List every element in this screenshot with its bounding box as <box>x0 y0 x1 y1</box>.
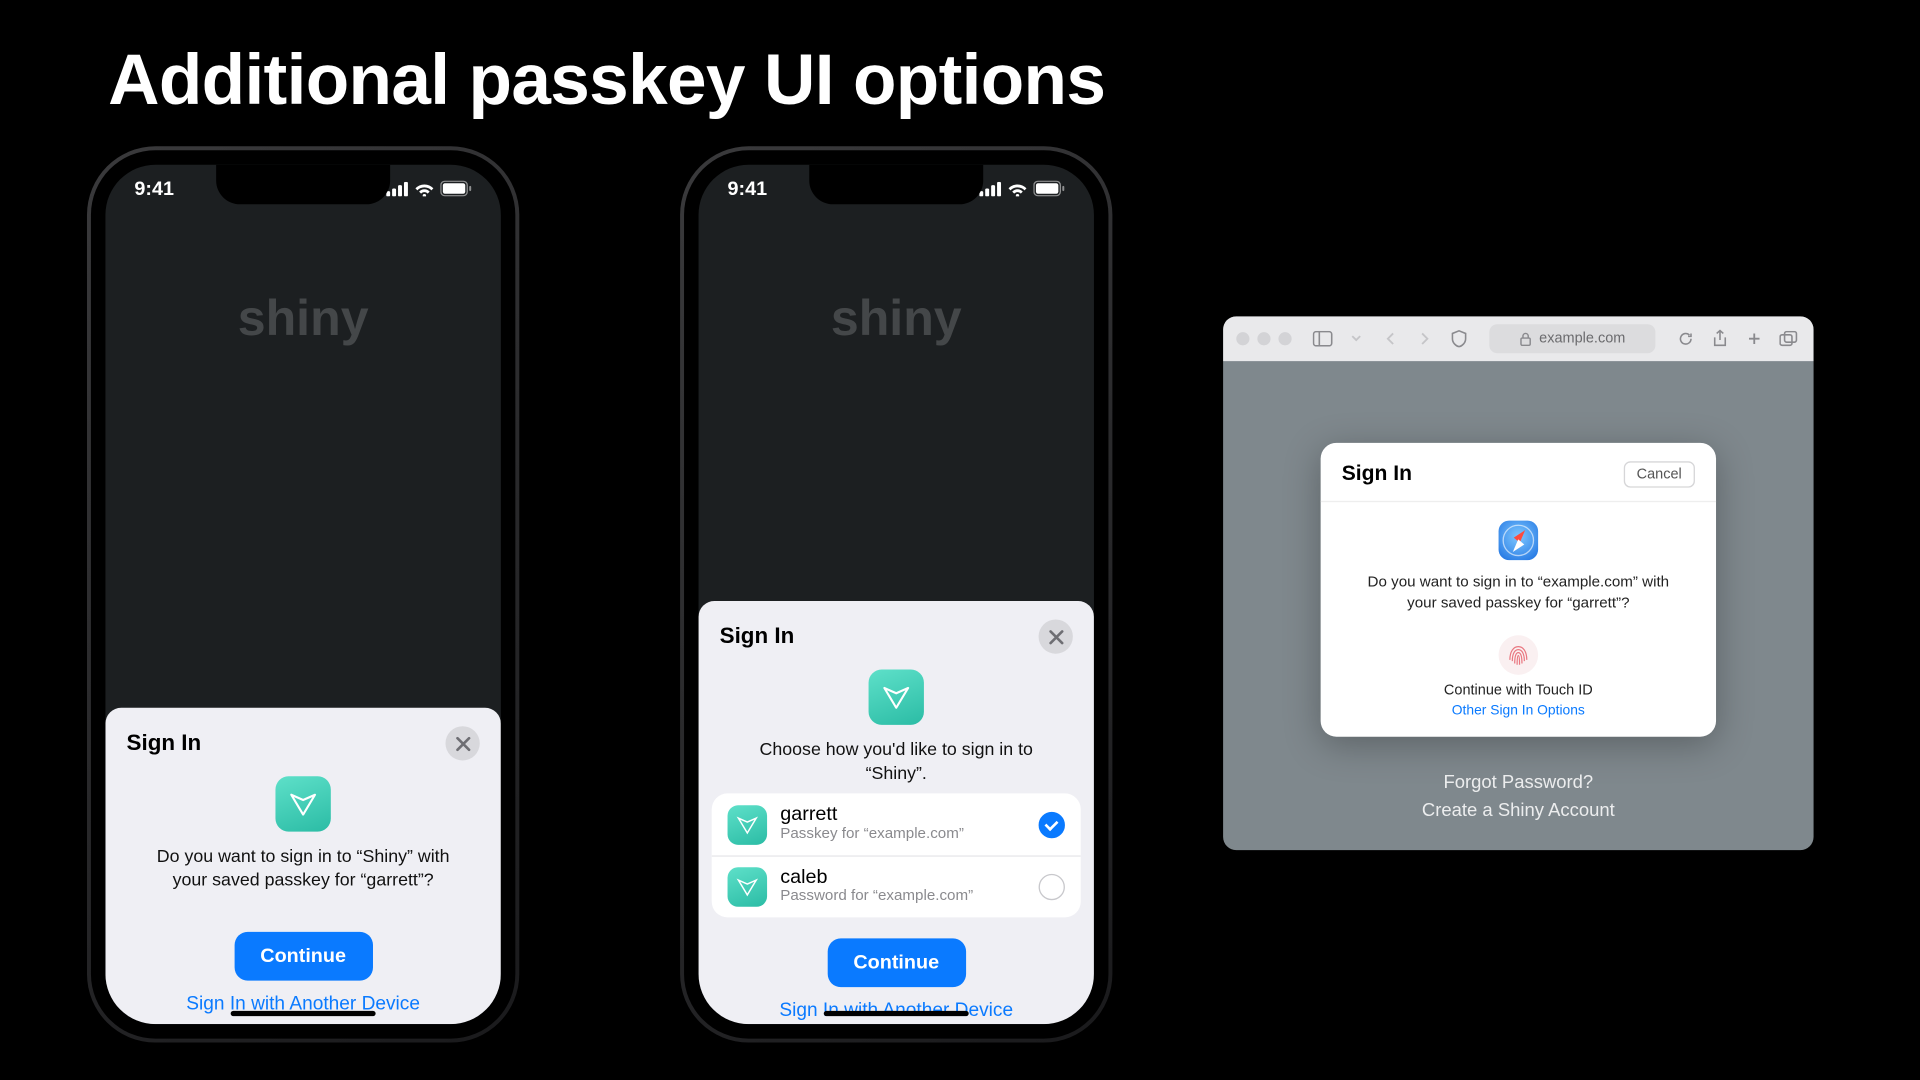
battery-icon <box>1033 181 1065 197</box>
reload-icon[interactable] <box>1674 327 1698 351</box>
url-bar[interactable]: example.com <box>1489 324 1655 353</box>
close-button[interactable] <box>445 726 479 760</box>
dialog-title: Sign In <box>1342 463 1412 487</box>
credential-list: garrett Passkey for “example.com” caleb … <box>712 794 1081 917</box>
battery-icon <box>440 181 472 197</box>
continue-button[interactable]: Continue <box>827 938 965 987</box>
minimize-dot-icon[interactable] <box>1257 332 1270 345</box>
url-text: example.com <box>1539 331 1625 347</box>
close-dot-icon[interactable] <box>1236 332 1249 345</box>
wifi-icon <box>1007 181 1028 195</box>
signin-sheet: Sign In Choose how you'd like to sign in… <box>699 601 1094 1024</box>
signin-prompt: Choose how you'd like to sign in to “Shi… <box>699 738 1094 786</box>
tabs-icon[interactable] <box>1777 327 1801 351</box>
radio-unselected-icon <box>1039 874 1065 900</box>
credential-subtitle: Passkey for “example.com” <box>780 826 1025 844</box>
phone-mockup-1: 9:41 shiny Sign In Do you wa <box>87 146 519 1042</box>
safari-window: example.com Sign In Cancel Do you want t… <box>1223 316 1813 850</box>
wifi-icon <box>414 181 435 195</box>
signin-prompt: Do you want to sign in to “Shiny” with y… <box>105 845 500 893</box>
shield-icon[interactable] <box>1447 327 1471 351</box>
sheet-title: Sign In <box>127 730 202 756</box>
status-time: 9:41 <box>134 177 174 199</box>
dialog-prompt: Do you want to sign in to “example.com” … <box>1321 573 1716 614</box>
status-time: 9:41 <box>728 177 768 199</box>
other-options-link[interactable]: Other Sign In Options <box>1321 703 1716 719</box>
forgot-password-link[interactable]: Forgot Password? <box>1223 768 1813 796</box>
traffic-lights[interactable] <box>1236 332 1291 345</box>
home-indicator <box>231 1011 376 1016</box>
passkey-icon <box>728 805 768 845</box>
credential-row-garrett[interactable]: garrett Passkey for “example.com” <box>712 794 1081 855</box>
zoom-dot-icon[interactable] <box>1278 332 1291 345</box>
device-notch <box>809 165 983 205</box>
credential-subtitle: Password for “example.com” <box>780 889 1025 907</box>
safari-icon <box>1499 521 1539 561</box>
phone-mockup-2: 9:41 shiny Sign In Choose ho <box>680 146 1112 1042</box>
app-icon <box>869 670 924 725</box>
lock-icon <box>1519 331 1531 345</box>
new-tab-icon[interactable] <box>1742 327 1766 351</box>
app-icon <box>275 776 330 831</box>
back-icon <box>1379 327 1403 351</box>
home-indicator <box>824 1011 969 1016</box>
page-footer-links: Forgot Password? Create a Shiny Account <box>1223 768 1813 823</box>
chevron-down-icon <box>1344 327 1368 351</box>
radio-selected-icon <box>1039 811 1065 837</box>
credential-row-caleb[interactable]: caleb Password for “example.com” <box>712 855 1081 917</box>
create-account-link[interactable]: Create a Shiny Account <box>1223 796 1813 824</box>
app-background-title: shiny <box>699 291 1094 348</box>
signin-dialog: Sign In Cancel Do you want to sign in to… <box>1321 443 1716 737</box>
share-icon[interactable] <box>1708 327 1732 351</box>
device-notch <box>216 165 390 205</box>
sheet-title: Sign In <box>720 623 795 649</box>
forward-icon <box>1413 327 1437 351</box>
signin-sheet: Sign In Do you want to sign in to “Shiny… <box>105 708 500 1024</box>
touch-id-label: Continue with Touch ID <box>1321 683 1716 699</box>
credential-name: garrett <box>780 805 1025 827</box>
touch-id-icon[interactable] <box>1499 635 1539 675</box>
sidebar-toggle-icon[interactable] <box>1310 327 1334 351</box>
cancel-button[interactable]: Cancel <box>1623 461 1695 487</box>
credential-name: caleb <box>780 867 1025 889</box>
continue-button[interactable]: Continue <box>234 932 372 981</box>
passkey-icon <box>728 867 768 907</box>
slide-title: Additional passkey UI options <box>108 40 1105 122</box>
close-button[interactable] <box>1039 619 1073 653</box>
safari-toolbar: example.com <box>1223 316 1813 361</box>
app-background-title: shiny <box>105 291 500 348</box>
